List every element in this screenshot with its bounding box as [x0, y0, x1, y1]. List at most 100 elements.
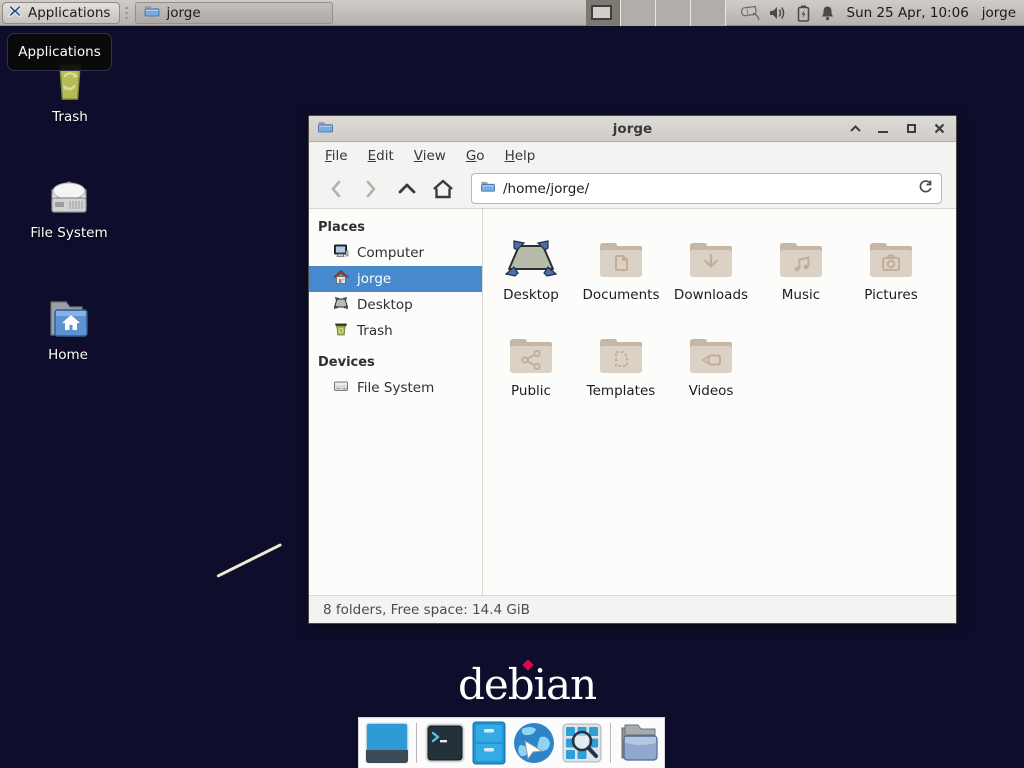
- notifications-bell-icon[interactable]: [819, 5, 836, 22]
- desktop-icon-home[interactable]: Home: [16, 294, 120, 363]
- file-manager-folder-icon[interactable]: [618, 721, 662, 765]
- sidebar-item-file-system[interactable]: File System: [309, 375, 482, 401]
- workspace-2[interactable]: [621, 0, 656, 26]
- minimize-button[interactable]: [876, 122, 890, 136]
- file-item-videos[interactable]: Videos: [666, 319, 756, 414]
- debian-wallpaper-logo: debian: [458, 660, 596, 709]
- sidebar-item-label: Desktop: [357, 297, 413, 313]
- forward-button[interactable]: [355, 174, 387, 204]
- file-label: Desktop: [486, 287, 576, 303]
- applications-tooltip: Applications: [7, 33, 112, 71]
- desktop-icon-file-system[interactable]: File System: [17, 172, 121, 241]
- hard-drive-icon: [17, 172, 121, 218]
- workspace-window-preview: [591, 5, 612, 20]
- statusbar: 8 folders, Free space: 14.4 GiB: [309, 595, 956, 623]
- file-item-pictures[interactable]: Pictures: [846, 223, 936, 318]
- folder-templates-icon: [576, 319, 666, 376]
- address-input[interactable]: [503, 181, 911, 197]
- path-bar[interactable]: [471, 173, 942, 204]
- desktop-icon-label: Trash: [18, 109, 122, 125]
- file-label: Pictures: [846, 287, 936, 303]
- applications-menu-button[interactable]: Applications: [2, 2, 120, 24]
- maximize-button[interactable]: [904, 122, 918, 136]
- sidebar-item-label: Trash: [357, 323, 393, 339]
- file-label: Documents: [576, 287, 666, 303]
- application-finder-icon[interactable]: [561, 721, 603, 765]
- sidebar: Places Computer: [309, 209, 483, 595]
- window-titlebar[interactable]: jorge: [309, 116, 956, 142]
- file-manager-window: jorge File Edit View Go Help: [308, 115, 957, 624]
- sidebar-item-trash[interactable]: Trash: [309, 318, 482, 344]
- file-item-documents[interactable]: Documents: [576, 223, 666, 318]
- up-button[interactable]: [391, 174, 423, 204]
- back-button[interactable]: [319, 174, 351, 204]
- menubar: File Edit View Go Help: [309, 142, 956, 169]
- sidebar-item-jorge[interactable]: jorge: [309, 266, 482, 292]
- home-icon: [333, 269, 349, 289]
- battery-charging-icon[interactable]: [797, 5, 810, 22]
- sidebar-item-desktop[interactable]: Desktop: [309, 292, 482, 318]
- workspace-3[interactable]: [656, 0, 691, 26]
- file-label: Templates: [576, 383, 666, 399]
- file-item-templates[interactable]: Templates: [576, 319, 666, 414]
- dock: [358, 717, 665, 768]
- panel-clock[interactable]: Sun 25 Apr, 10:06: [847, 5, 969, 21]
- reload-icon[interactable]: [918, 179, 933, 198]
- drive-icon: [333, 378, 349, 398]
- dock-separator: [610, 723, 611, 763]
- workspace-1[interactable]: [586, 0, 621, 26]
- applications-menu-label: Applications: [28, 5, 110, 21]
- file-cabinet-icon[interactable]: [471, 721, 507, 765]
- folder-music-icon: [756, 223, 846, 280]
- desktop-icon-label: Home: [16, 347, 120, 363]
- sidebar-item-label: Computer: [357, 245, 424, 261]
- shade-button[interactable]: [848, 122, 862, 136]
- panel-username: jorge: [982, 5, 1016, 21]
- file-item-downloads[interactable]: Downloads: [666, 223, 756, 318]
- menu-edit[interactable]: Edit: [358, 144, 404, 168]
- dock-separator: [416, 723, 417, 763]
- menu-file[interactable]: File: [315, 144, 358, 168]
- file-item-music[interactable]: Music: [756, 223, 846, 318]
- show-desktop-icon[interactable]: [365, 721, 409, 765]
- files-pane[interactable]: Desktop Documents: [483, 209, 956, 595]
- taskbar-folder-icon: [144, 3, 160, 23]
- volume-icon[interactable]: [769, 5, 788, 21]
- places-header: Places: [309, 215, 482, 240]
- top-panel: Applications jorge: [0, 0, 1024, 26]
- computer-icon: [333, 243, 349, 263]
- terminal-icon[interactable]: [424, 721, 466, 765]
- sidebar-item-computer[interactable]: Computer: [309, 240, 482, 266]
- file-item-public[interactable]: Public: [486, 319, 576, 414]
- folder-public-icon: [486, 319, 576, 376]
- file-label: Downloads: [666, 287, 756, 303]
- mouse-icon[interactable]: [738, 4, 760, 22]
- panel-separator-handle[interactable]: [124, 4, 129, 22]
- file-label: Music: [756, 287, 846, 303]
- desktop-workspace-icon: [486, 223, 576, 280]
- file-label: Videos: [666, 383, 756, 399]
- sidebar-item-label: File System: [357, 380, 434, 396]
- web-browser-icon[interactable]: [512, 721, 556, 765]
- workspace-4[interactable]: [691, 0, 726, 26]
- desktop-icon-label: File System: [17, 225, 121, 241]
- applications-tooltip-text: Applications: [18, 44, 100, 60]
- taskbar-window-button[interactable]: jorge: [135, 2, 333, 24]
- folder-documents-icon: [576, 223, 666, 280]
- system-tray: [738, 4, 836, 22]
- folder-downloads-icon: [666, 223, 756, 280]
- menu-help[interactable]: Help: [495, 144, 546, 168]
- file-item-desktop[interactable]: Desktop: [486, 223, 576, 318]
- window-content: Places Computer: [309, 209, 956, 595]
- folder-videos-icon: [666, 319, 756, 376]
- home-button[interactable]: [427, 174, 459, 204]
- file-label: Public: [486, 383, 576, 399]
- menu-go[interactable]: Go: [456, 144, 495, 168]
- menu-view[interactable]: View: [404, 144, 456, 168]
- xfce-logo-icon: [7, 3, 23, 23]
- toolbar: [309, 169, 956, 209]
- close-button[interactable]: [932, 122, 946, 136]
- panel-right-group: Sun 25 Apr, 10:06 jorge: [586, 0, 1024, 26]
- workspace-pager: [586, 0, 726, 26]
- wallpaper-line-art: [216, 543, 282, 578]
